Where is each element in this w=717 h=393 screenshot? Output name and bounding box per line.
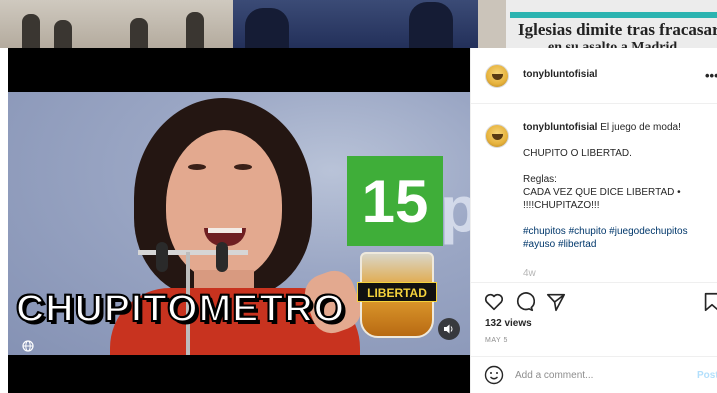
- microphone-bar: [138, 250, 248, 255]
- caption-username[interactable]: tonybluntofisial: [523, 122, 597, 133]
- video-frame[interactable]: p 15 LIBERTAD CHUPITOMETRO: [8, 92, 470, 355]
- caption-line: CADA VEZ QUE DICE LIBERTAD •: [523, 187, 681, 198]
- background-page: Iglesias dimite tras fracasar en su asal…: [0, 0, 717, 48]
- mute-button[interactable]: [438, 318, 460, 340]
- post-comment-button[interactable]: Post: [697, 370, 717, 381]
- comment-bar: Add a comment... Post: [471, 356, 717, 393]
- speaker-eye-left: [188, 164, 206, 170]
- speaker-muted-icon: [444, 324, 453, 334]
- emoji-icon[interactable]: [484, 365, 504, 385]
- views-count[interactable]: 132 views: [485, 318, 532, 329]
- background-headline: Iglesias dimite tras fracasar: [518, 20, 717, 39]
- share-icon[interactable]: [545, 291, 567, 313]
- more-options-button[interactable]: •••: [705, 68, 717, 83]
- video-overlay-title: CHUPITOMETRO: [15, 287, 346, 331]
- heart-icon[interactable]: [483, 291, 505, 313]
- caption-line: Reglas:: [523, 174, 557, 185]
- screen: Iglesias dimite tras fracasar en su asal…: [0, 0, 717, 393]
- avatar[interactable]: [485, 64, 509, 88]
- comment-input[interactable]: Add a comment...: [515, 370, 593, 381]
- caption-time-faded: 4w: [523, 268, 536, 279]
- microphone: [156, 242, 168, 272]
- bookmark-icon[interactable]: [701, 291, 717, 313]
- post-header: tonybluntofisial •••: [471, 48, 717, 104]
- speaker-teeth: [208, 228, 242, 233]
- microphone: [216, 242, 228, 272]
- shot-glass-label: LIBERTAD: [357, 282, 437, 302]
- globe-icon: [22, 340, 34, 355]
- post-panel: tonybluntofisial ••• tonybluntofisial El…: [470, 48, 717, 393]
- header-username[interactable]: tonybluntofisial: [523, 69, 597, 80]
- background-article: Iglesias dimite tras fracasar en su asal…: [478, 0, 717, 48]
- hashtag-link[interactable]: #ayuso #libertad: [523, 238, 715, 251]
- post-date[interactable]: MAY 5: [485, 337, 508, 344]
- caption-line: !!!!CHUPITAZO!!!: [523, 200, 600, 211]
- background-photo-left: [0, 0, 233, 48]
- action-bar: [471, 282, 717, 314]
- comment-icon[interactable]: [513, 291, 535, 313]
- stage-backdrop-letter: p: [440, 173, 470, 245]
- caption-text: El juego de moda!: [600, 122, 681, 133]
- background-photo-center: [233, 0, 478, 48]
- shot-counter-box: 15: [347, 156, 443, 246]
- shot-counter-value: 15: [361, 167, 429, 235]
- post-caption: tonybluntofisial El juego de moda! CHUPI…: [523, 121, 715, 251]
- hashtag-link[interactable]: #chupitos #chupito #juegodechupitos: [523, 225, 715, 238]
- speaker-eye-right: [234, 164, 252, 170]
- caption-avatar[interactable]: [485, 124, 509, 148]
- background-headline-line2: en su asalto a Madrid: [548, 40, 678, 48]
- caption-line: CHUPITO O LIBERTAD.: [523, 148, 632, 159]
- video-player[interactable]: p 15 LIBERTAD CHUPITOMETRO: [8, 48, 470, 393]
